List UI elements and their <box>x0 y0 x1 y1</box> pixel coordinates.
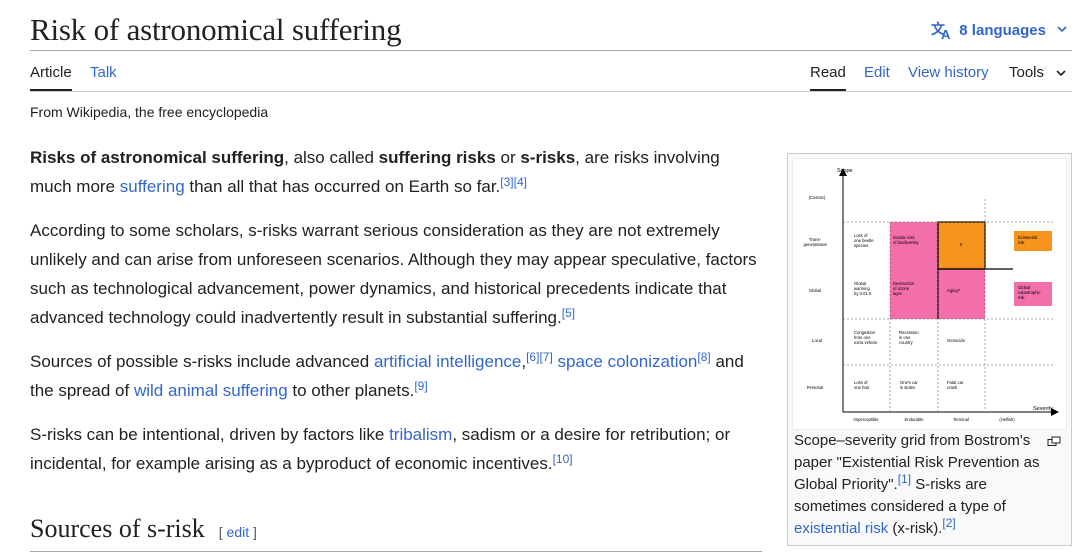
section-heading-row: Sources of s-risk [ edit ] <box>30 514 762 544</box>
tab-talk[interactable]: Talk <box>90 55 117 91</box>
translate-icon: 文 A <box>931 21 951 40</box>
ref-2[interactable]: [2] <box>942 516 955 530</box>
col-label-hellish: (Hellish) <box>999 417 1015 422</box>
tab-read[interactable]: Read <box>810 55 846 91</box>
cell-global-terminal <box>938 269 985 319</box>
page-title: Risk of astronomical suffering <box>30 12 402 47</box>
ref-7[interactable]: [7] <box>539 350 552 364</box>
cell-label-local-terminal: Genocide <box>947 338 966 343</box>
row-label-global: Global <box>809 288 821 293</box>
row-label-transgenerational: Trans-generational <box>803 237 826 247</box>
ref-4[interactable]: [4] <box>514 175 527 189</box>
bracket-close: ] <box>249 524 257 540</box>
cell-label-personal-endurable: One's car is stolen <box>900 380 918 390</box>
title-divider <box>30 50 1072 51</box>
text: or <box>495 148 521 167</box>
y-axis-label: Scope <box>837 168 853 174</box>
section-edit-link[interactable]: edit <box>227 524 250 540</box>
link-wild-animal-suffering[interactable]: wild animal suffering <box>134 381 288 400</box>
chevron-down-icon <box>1057 26 1067 33</box>
col-label-terminal: Terminal <box>953 417 969 422</box>
title-row: Risk of astronomical suffering 文 A 8 lan… <box>30 10 1072 50</box>
svg-text:A: A <box>941 27 951 40</box>
row-label-local: Local <box>812 338 822 343</box>
col-label-imperceptible: Imperceptible <box>853 417 879 422</box>
col-label-endurable: Endurable <box>904 417 924 422</box>
ref-1[interactable]: [1] <box>898 472 911 486</box>
ref-10[interactable]: [10] <box>553 452 573 466</box>
cell-trans-endurable <box>890 222 938 269</box>
tab-view-history[interactable]: View history <box>908 55 989 91</box>
site-tagline: From Wikipedia, the free encyclopedia <box>30 104 269 120</box>
paragraph-3: Sources of possible s-risks include adva… <box>30 347 765 405</box>
paragraph-1: Risks of astronomical suffering, also ca… <box>30 143 765 201</box>
bold-term: suffering risks <box>378 148 496 167</box>
text: than all that has occurred on Earth so f… <box>184 177 501 196</box>
section-divider <box>30 551 762 552</box>
ref-9[interactable]: [9] <box>414 379 427 393</box>
scope-severity-grid: Scope Severity (Cosmic)Trans-generationa… <box>803 168 1059 422</box>
text: S-risks can be intentional, driven by fa… <box>30 425 390 444</box>
row-label-personal: Personal <box>807 385 824 390</box>
chevron-down-icon <box>1056 70 1066 77</box>
language-count-label: 8 languages <box>959 21 1046 39</box>
link-artificial-intelligence[interactable]: artificial intelligence <box>374 352 521 371</box>
ref-5[interactable]: [5] <box>562 306 575 320</box>
row-label-cosmic: (Cosmic) <box>809 195 826 200</box>
text: (x-risk). <box>888 520 943 537</box>
cell-label-global-imperceptible: Global warming by 0.01 K <box>854 281 872 296</box>
text: Sources of possible s-risks include adva… <box>30 352 374 371</box>
cell-label-global-terminal: Aging? <box>947 288 961 293</box>
figure-caption: Scope–severity grid from Bostrom's paper… <box>794 430 1060 540</box>
text: According to some scholars, s-risks warr… <box>30 221 757 327</box>
language-button[interactable]: 文 A 8 languages <box>931 18 1072 42</box>
text: to other planets. <box>287 381 415 400</box>
bracket-open: [ <box>218 524 227 540</box>
link-tribalism[interactable]: tribalism <box>389 425 452 444</box>
section-heading: Sources of s-risk <box>30 514 205 543</box>
tab-article[interactable]: Article <box>30 55 72 91</box>
tabs-divider <box>30 91 1072 92</box>
cell-label-personal-imperceptible: Loss of one hair <box>854 380 870 390</box>
tab-edit[interactable]: Edit <box>864 55 890 91</box>
paragraph-4: S-risks can be intentional, driven by fa… <box>30 420 765 478</box>
link-existential-risk[interactable]: existential risk <box>794 520 888 537</box>
ref-8[interactable]: [8] <box>697 350 710 364</box>
ref-3[interactable]: [3] <box>500 175 513 189</box>
paragraph-2: According to some scholars, s-risks warr… <box>30 216 765 332</box>
bold-term: s-risks <box>520 148 576 167</box>
figure-thumbnail: Scope Severity (Cosmic) Trans-generation… <box>787 153 1072 546</box>
tools-label: Tools <box>1009 64 1045 81</box>
section-edit-bracket: [ edit ] <box>219 524 257 540</box>
scope-severity-diagram[interactable]: Scope Severity (Cosmic) Trans-generation… <box>792 158 1067 430</box>
cell-label-trans-imperceptible: Loss of one beetle species <box>854 233 874 248</box>
text: , also called <box>284 148 379 167</box>
cell-label-personal-terminal: Fatal car crash <box>947 380 964 390</box>
page-tabs: Article Talk Read Edit View history Tool… <box>30 55 1072 91</box>
cell-label-local-endurable: Recession in one country <box>899 330 919 345</box>
bold-term: Risks of astronomical suffering <box>30 148 285 167</box>
cell-label-trans-terminal: X <box>960 242 963 247</box>
cell-label-local-imperceptible: Congestion from one extra vehicle <box>854 330 878 345</box>
x-axis-label: Severity <box>1033 406 1053 412</box>
tools-dropdown[interactable]: Tools <box>1009 55 1068 91</box>
link-space-colonization[interactable]: space colonization <box>558 352 698 371</box>
article-body: Risks of astronomical suffering, also ca… <box>30 143 765 493</box>
link-suffering[interactable]: suffering <box>120 177 185 196</box>
ref-6[interactable]: [6] <box>526 350 539 364</box>
